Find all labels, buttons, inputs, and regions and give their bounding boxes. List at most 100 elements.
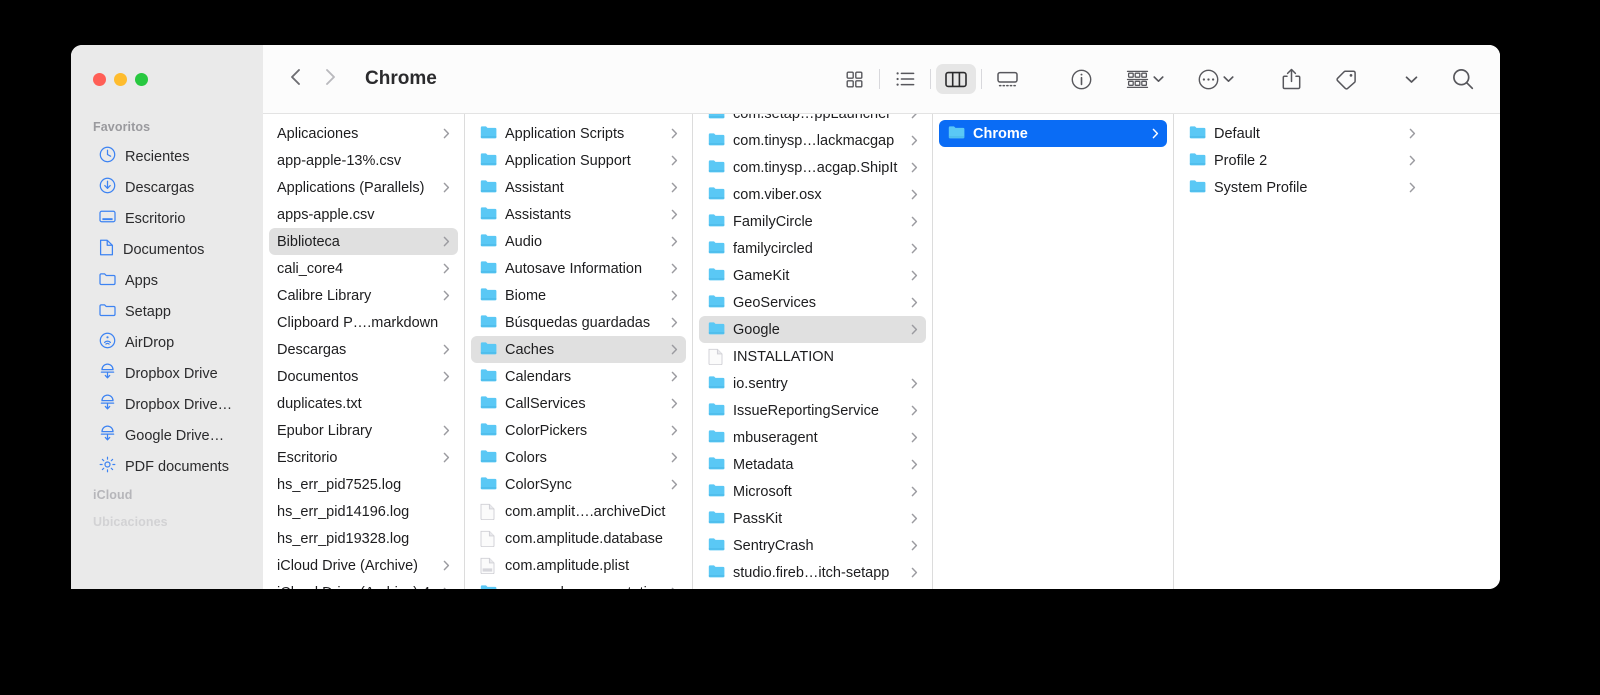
maximize-button[interactable] <box>135 73 148 86</box>
file-row[interactable]: app-apple-13%.csv <box>269 147 458 174</box>
file-name: com.tinysp…acgap.ShipIt <box>733 159 898 176</box>
file-row[interactable]: Metadata <box>699 451 926 478</box>
file-row[interactable]: Applications (Parallels) <box>269 174 458 201</box>
file-row[interactable]: Documentos <box>269 363 458 390</box>
file-row[interactable]: com.amplit….archiveDict <box>471 498 686 525</box>
file-row[interactable]: Microsoft <box>699 478 926 505</box>
toolbar-overflow-button[interactable] <box>1401 64 1422 94</box>
file-row[interactable]: com.apple…rumentation <box>471 579 686 589</box>
sidebar-item-documentos[interactable]: Documentos <box>77 234 255 265</box>
file-row[interactable]: Clipboard P….markdown <box>269 309 458 336</box>
chevron-right-icon <box>911 513 919 524</box>
file-row[interactable]: com.setap…ppLauncher <box>699 114 926 127</box>
folder-icon <box>480 260 497 277</box>
file-row[interactable]: duplicates.txt <box>269 390 458 417</box>
file-row[interactable]: SentryCrash <box>699 532 926 559</box>
sidebar-item-recientes[interactable]: Recientes <box>77 141 255 172</box>
file-row[interactable]: Biome <box>471 282 686 309</box>
sidebar-item-dropbox-drive[interactable]: Dropbox Drive <box>77 358 255 389</box>
file-row[interactable]: Audio <box>471 228 686 255</box>
file-row[interactable]: hs_err_pid7525.log <box>269 471 458 498</box>
file-row[interactable]: Biblioteca <box>269 228 458 255</box>
chevron-right-icon <box>671 155 679 166</box>
file-row[interactable]: System Profile <box>1180 174 1424 201</box>
file-row[interactable]: FamilyCircle <box>699 208 926 235</box>
folder-icon <box>708 321 725 338</box>
file-row[interactable]: Profile 2 <box>1180 147 1424 174</box>
file-row[interactable]: GeoServices <box>699 289 926 316</box>
file-name: Biblioteca <box>277 233 340 250</box>
sidebar-item-apps[interactable]: Apps <box>77 265 255 296</box>
file-row[interactable]: Aplicaciones <box>269 120 458 147</box>
file-row[interactable]: cali_core4 <box>269 255 458 282</box>
file-row[interactable]: Escritorio <box>269 444 458 471</box>
file-name: IssueReportingService <box>733 402 879 419</box>
file-row[interactable]: Application Support <box>471 147 686 174</box>
file-row[interactable]: Descargas <box>269 336 458 363</box>
file-row[interactable]: PassKit <box>699 505 926 532</box>
chevron-right-icon <box>671 182 679 193</box>
file-row[interactable]: hs_err_pid19328.log <box>269 525 458 552</box>
file-row[interactable]: io.sentry <box>699 370 926 397</box>
sidebar-item-dropbox-drive[interactable]: Dropbox Drive… <box>77 389 255 420</box>
file-row[interactable]: apps-apple.csv <box>269 201 458 228</box>
file-row[interactable]: mbuseragent <box>699 424 926 451</box>
file-row[interactable]: Assistants <box>471 201 686 228</box>
group-by-button[interactable] <box>1122 64 1168 94</box>
file-row[interactable]: Autosave Information <box>471 255 686 282</box>
share-button[interactable] <box>1278 64 1305 94</box>
sidebar-item-setapp[interactable]: Setapp <box>77 296 255 327</box>
file-row[interactable]: com.amplitude.plist <box>471 552 686 579</box>
file-row[interactable]: INSTALLATION <box>699 343 926 370</box>
file-row[interactable]: Caches <box>471 336 686 363</box>
file-row[interactable]: Colors <box>471 444 686 471</box>
file-row[interactable]: Epubor Library <box>269 417 458 444</box>
info-button[interactable] <box>1067 64 1096 94</box>
file-row[interactable]: hs_err_pid14196.log <box>269 498 458 525</box>
sidebar-item-escritorio[interactable]: Escritorio <box>77 203 255 234</box>
back-button[interactable] <box>289 67 302 92</box>
file-row[interactable]: ColorSync <box>471 471 686 498</box>
sidebar-item-label: Escritorio <box>125 210 186 227</box>
file-row[interactable]: com.viber.osx <box>699 181 926 208</box>
list-view-button[interactable] <box>885 64 925 94</box>
file-row[interactable]: IssueReportingService <box>699 397 926 424</box>
file-row[interactable]: Default <box>1180 120 1424 147</box>
file-row[interactable]: Assistant <box>471 174 686 201</box>
file-row[interactable]: Calibre Library <box>269 282 458 309</box>
icon-view-button[interactable] <box>834 64 874 94</box>
file-row[interactable]: GameKit <box>699 262 926 289</box>
sidebar-item-label: Apps <box>125 272 159 289</box>
drive-icon <box>99 425 116 446</box>
file-row[interactable]: iCloud Drive (Archive) 4 <box>269 579 458 589</box>
file-row[interactable]: com.tinysp…acgap.ShipIt <box>699 154 926 181</box>
file-row[interactable]: ColorPickers <box>471 417 686 444</box>
file-row[interactable]: Application Scripts <box>471 120 686 147</box>
sidebar-item-google-drive[interactable]: Google Drive… <box>77 420 255 451</box>
file-row[interactable]: Google <box>699 316 926 343</box>
forward-button[interactable] <box>324 67 337 92</box>
search-button[interactable] <box>1448 64 1478 94</box>
file-row[interactable]: CallServices <box>471 390 686 417</box>
tags-button[interactable] <box>1331 64 1361 94</box>
minimize-button[interactable] <box>114 73 127 86</box>
file-row[interactable]: iCloud Drive (Archive) <box>269 552 458 579</box>
file-row[interactable]: studio.fireb…itch-setapp <box>699 559 926 586</box>
close-button[interactable] <box>93 73 106 86</box>
file-row[interactable]: com.amplitude.database <box>471 525 686 552</box>
file-row[interactable]: Búsquedas guardadas <box>471 309 686 336</box>
sidebar-item-descargas[interactable]: Descargas <box>77 172 255 203</box>
sidebar-item-pdf-documents[interactable]: PDF documents <box>77 451 255 482</box>
file-row[interactable]: com.tinysp…lackmacgap <box>699 127 926 154</box>
file-row[interactable]: familycircled <box>699 235 926 262</box>
file-name: Application Scripts <box>505 125 625 142</box>
more-actions-button[interactable] <box>1194 64 1238 94</box>
column-view-button[interactable] <box>936 64 976 94</box>
sidebar-item-airdrop[interactable]: AirDrop <box>77 327 255 358</box>
folder-icon <box>1189 125 1206 142</box>
gallery-view-button[interactable] <box>987 64 1027 94</box>
file-name: com.apple…rumentation <box>505 585 663 590</box>
file-row[interactable]: Chrome <box>939 120 1167 147</box>
file-name: iCloud Drive (Archive) <box>277 557 419 574</box>
file-row[interactable]: Calendars <box>471 363 686 390</box>
